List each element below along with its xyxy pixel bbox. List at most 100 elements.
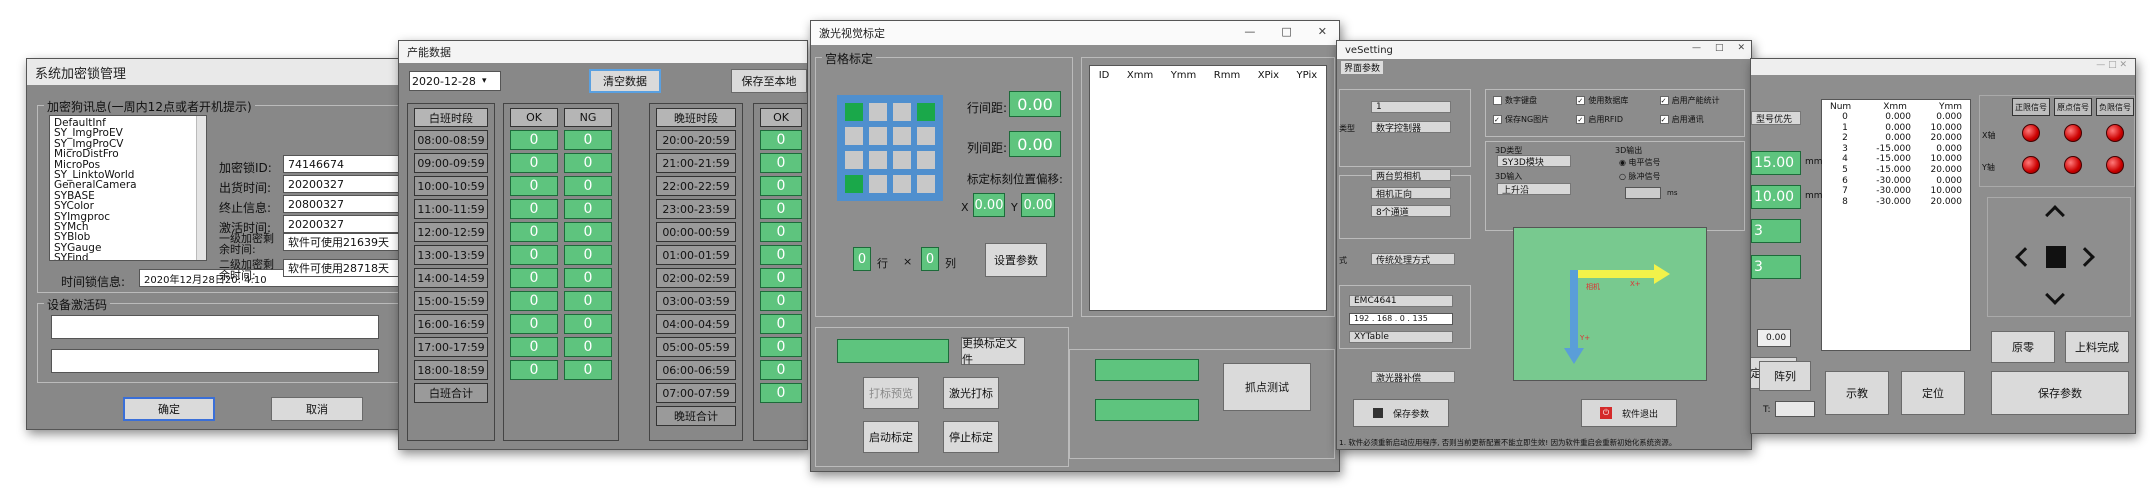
ok2-cell[interactable]: 0 [760,153,802,173]
origin-button[interactable]: 原零 [1991,331,2055,363]
3d-type-select[interactable]: SY3D模块 [1497,155,1571,168]
ok-count[interactable]: 0 [510,268,558,288]
field-value[interactable]: 软件可使用28718天 [283,259,413,277]
calibration-file-path[interactable] [837,339,949,363]
array-points-table[interactable]: Num Xmm Ymm 0 0.000 0.000 1 0.000 10.000 2 0.000 20… [1821,99,1971,351]
ok2-cell[interactable]: 0 [760,199,802,219]
field-value[interactable]: 20800327 [283,195,413,213]
ok2-cell[interactable]: 0 [760,337,802,357]
ng-count[interactable]: 0 [564,360,612,380]
calibration-points-table[interactable]: ID Xmm Ymm Rmm XPix YPix [1089,65,1327,311]
pulse-signal-radio[interactable]: ○ 脉冲信号 [1619,171,1661,182]
ok2-cell[interactable]: 0 [760,314,802,334]
ng-count[interactable]: 0 [564,222,612,242]
table-row[interactable]: 0 0.000 0.000 [1826,112,1966,123]
ok-count[interactable]: 0 [510,291,558,311]
ok2-cell[interactable]: 0 [760,383,802,403]
ok2-cell[interactable]: 0 [760,176,802,196]
mark-preview-button[interactable]: 打标预览 [863,377,919,409]
clear-data-button[interactable]: 清空数据 [589,69,661,93]
ng-count[interactable]: 0 [564,199,612,219]
option-checkbox[interactable]: ✓ 启用RFID [1576,114,1659,125]
laser-compensation-select[interactable]: 激光器补偿 [1371,371,1455,384]
grab-test-button[interactable]: 抓点测试 [1223,363,1311,411]
teach-button[interactable]: 示教 [1825,371,1889,415]
ok2-cell[interactable]: 0 [760,360,802,380]
save-local-button[interactable]: 保存至本地 [731,69,807,93]
t-input[interactable] [1775,401,1815,417]
window-controls[interactable]: — □ ✕ [2096,60,2127,70]
replace-file-button[interactable]: 更换标定文件 [961,337,1025,366]
feed-done-button[interactable]: 上料完成 [2065,331,2129,363]
camera-count-select[interactable]: 两台剪相机 [1371,169,1451,182]
controller-model-select[interactable]: EMC4641 [1349,295,1453,307]
locate-button[interactable]: 定位 [1901,371,1965,415]
jog-right-icon[interactable] [2075,247,2095,267]
jog-left-icon[interactable] [2015,247,2035,267]
module-listbox[interactable]: DefaultInf SY_ImgProEV SY_ImgProCV MicroDis… [49,115,207,261]
col-gap-input[interactable]: 0.00 [1009,131,1061,157]
stop-calibration-button[interactable]: 停止标定 [943,421,999,453]
activation-code-input-1[interactable] [51,315,379,339]
offset-x-input[interactable]: 0.00 [973,193,1005,217]
priority-select[interactable]: 型号优先 [1751,111,1801,125]
value-5-field[interactable]: 0.00 [1757,329,1791,347]
grab-field-1[interactable] [1095,359,1199,381]
option-checkbox[interactable]: ✓ 保存NG图片 [1493,114,1576,125]
ok-count[interactable]: 0 [510,153,558,173]
col-count-input[interactable]: 0 [921,247,939,271]
save-params-button[interactable]: 保存参数 [1991,371,2129,415]
option-checkbox[interactable]: 数字键盘 [1493,95,1576,106]
table-row[interactable]: 6 -30.000 0.000 [1826,176,1966,187]
param-field[interactable]: 3 [1751,219,1801,243]
camera-direction-select[interactable]: 相机正向 [1371,187,1451,200]
ok2-cell[interactable]: 0 [760,130,802,150]
minimize-icon[interactable]: — [1244,25,1255,38]
ok2-cell[interactable]: 0 [760,222,802,242]
table-row[interactable]: 3 -15.000 0.000 [1826,144,1966,155]
ng-count[interactable]: 0 [564,314,612,334]
ok-count[interactable]: 0 [510,130,558,150]
field-value[interactable]: 20200327 [283,215,413,233]
offset-y-input[interactable]: 0.00 [1021,193,1055,217]
3d-input-select[interactable]: 上升沿 [1497,183,1571,196]
ok-count[interactable]: 0 [510,245,558,265]
ip-address-field[interactable]: 192 . 168 . 0 . 135 [1349,313,1453,325]
table-row[interactable]: 5 -15.000 20.000 [1826,165,1966,176]
jog-down-icon[interactable] [2045,285,2065,305]
set-params-button[interactable]: 设置参数 [985,243,1047,277]
table-row[interactable]: 1 0.000 10.000 [1826,123,1966,134]
save-params-button[interactable]: 保存参数 [1353,399,1449,427]
ng-count[interactable]: 0 [564,337,612,357]
ok2-cell[interactable]: 0 [760,245,802,265]
table-row[interactable]: 8 -30.000 20.000 [1826,197,1966,208]
jog-up-icon[interactable] [2045,205,2065,225]
cancel-button[interactable]: 取消 [271,397,363,421]
date-picker[interactable]: 2020-12-28 ▾ [409,71,501,91]
field-value[interactable]: 软件可使用21639天 [283,233,413,251]
option-select[interactable]: 1 [1371,101,1451,113]
ok-count[interactable]: 0 [510,337,558,357]
pulse-ms-input[interactable] [1625,187,1661,199]
level-signal-radio[interactable]: ◉ 电平信号 [1619,157,1661,168]
minimize-icon[interactable]: — [1692,43,1701,53]
param-field[interactable]: 15.00 [1751,151,1801,175]
option-checkbox[interactable]: ✓ 启用通讯 [1659,114,1743,125]
maximize-icon[interactable]: □ [1715,43,1724,53]
start-calibration-button[interactable]: 启动标定 [863,421,919,453]
ng-count[interactable]: 0 [564,176,612,196]
calendar-dropdown-icon[interactable]: ▾ [482,76,487,86]
field-value[interactable]: 74146674 [283,155,413,173]
param-field[interactable]: 10.00 [1751,185,1801,209]
row-count-input[interactable]: 0 [853,247,871,271]
maximize-icon[interactable]: □ [1281,25,1291,38]
ok-count[interactable]: 0 [510,176,558,196]
confirm-button[interactable]: 确定 [123,397,215,421]
ng-count[interactable]: 0 [564,130,612,150]
option-checkbox[interactable]: ✓ 启用产能统计 [1659,95,1743,106]
activation-code-input-2[interactable] [51,349,379,373]
close-icon[interactable]: ✕ [1318,25,1327,38]
ok-count[interactable]: 0 [510,360,558,380]
channel-select[interactable]: 8个通道 [1371,205,1451,218]
ok2-cell[interactable]: 0 [760,291,802,311]
